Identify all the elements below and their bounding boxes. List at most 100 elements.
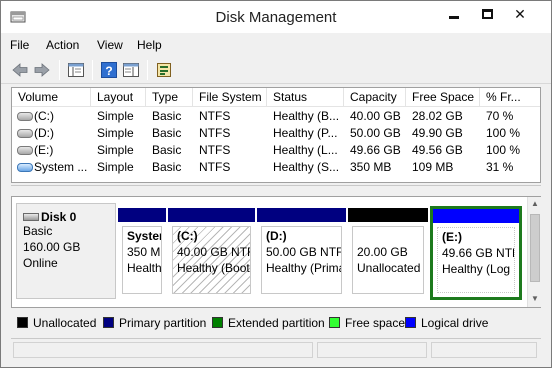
partition-color-bar [348, 208, 428, 222]
volume-status: Healthy (L... [273, 143, 338, 157]
scroll-up-icon[interactable]: ▲ [528, 197, 542, 211]
partition-size: 350 M [127, 245, 161, 259]
volume-percent-free: 70 % [486, 109, 514, 123]
partition-color-bar [118, 208, 166, 222]
minimize-button[interactable] [439, 3, 469, 25]
partition-body: Syster 350 M Health [122, 226, 162, 294]
partition-name: (C:) [177, 229, 198, 243]
title-bar[interactable]: Disk Management ✕ [1, 1, 551, 33]
partition-status: Unallocated [357, 261, 421, 275]
partition-e[interactable]: (E:) 49.66 GB NTF Healthy (Log [430, 206, 522, 300]
volume-free-space: 109 MB [412, 160, 454, 174]
disk-state: Online [23, 256, 58, 270]
volume-list[interactable]: Volume Layout Type File System Status Ca… [11, 87, 541, 183]
column-header-capacity[interactable]: Capacity [344, 88, 406, 107]
volume-status: Healthy (S... [273, 160, 340, 174]
partition-status: Healthy (Boot [177, 261, 250, 275]
partition-c[interactable]: (C:) 40.00 GB NTFS Healthy (Boot [168, 208, 255, 298]
menu-bar: File Action View Help [1, 34, 551, 56]
partition-size: 20.00 GB [357, 245, 408, 259]
partition-status: Health [127, 261, 162, 275]
volume-layout: Simple [97, 160, 134, 174]
properties-icon[interactable] [155, 61, 173, 79]
status-bar [11, 338, 541, 360]
menu-file[interactable]: File [10, 38, 29, 52]
column-header-volume[interactable]: Volume [12, 88, 91, 107]
maximize-button[interactable] [472, 3, 502, 25]
column-header-percent-free[interactable]: % Fr... [480, 88, 540, 107]
column-header-status[interactable]: Status [267, 88, 344, 107]
partition-size: 50.00 GB NTFS [266, 245, 341, 259]
volume-row[interactable]: System ... Simple Basic NTFS Healthy (S.… [12, 159, 540, 176]
volume-row[interactable]: (D:) Simple Basic NTFS Healthy (P... 50.… [12, 125, 540, 142]
column-header-type[interactable]: Type [146, 88, 193, 107]
disk-view-scrollbar[interactable]: ▲ ▼ [527, 197, 541, 307]
scroll-down-icon[interactable]: ▼ [528, 292, 542, 306]
volume-row[interactable]: (E:) Simple Basic NTFS Healthy (L... 49.… [12, 142, 540, 159]
back-icon[interactable] [11, 61, 29, 79]
forward-icon[interactable] [33, 61, 51, 79]
partition-size: 49.66 GB NTF [442, 246, 515, 260]
action-pane-icon[interactable] [122, 61, 140, 79]
legend-swatch [103, 317, 114, 328]
partition-name: (D:) [266, 229, 287, 243]
volume-file-system: NTFS [199, 109, 231, 123]
column-header-layout[interactable]: Layout [91, 88, 146, 107]
partition-size: 40.00 GB NTFS [177, 245, 250, 259]
volume-free-space: 28.02 GB [412, 109, 463, 123]
column-header-free-space[interactable]: Free Space [406, 88, 480, 107]
scrollbar-thumb[interactable] [530, 214, 540, 282]
menu-help[interactable]: Help [137, 38, 162, 52]
partition-status: Healthy (Prima [266, 261, 342, 275]
toolbar-separator [92, 60, 93, 80]
partition-system-reserved[interactable]: Syster 350 M Health [118, 208, 166, 298]
legend-label: Primary partition [119, 316, 207, 330]
partition-body: 20.00 GB Unallocated [352, 226, 424, 294]
column-header-file-system[interactable]: File System [193, 88, 267, 107]
legend-label: Unallocated [33, 316, 97, 330]
legend-swatch [329, 317, 340, 328]
partition-color-bar [257, 208, 346, 222]
menu-view[interactable]: View [97, 38, 123, 52]
volume-free-space: 49.90 GB [412, 126, 463, 140]
volume-free-space: 49.56 GB [412, 143, 463, 157]
partition-unallocated[interactable]: 20.00 GB Unallocated [348, 208, 428, 298]
status-cell [317, 342, 427, 358]
disk-0-label[interactable]: Disk 0 Basic 160.00 GB Online [16, 203, 116, 299]
legend-swatch [17, 317, 28, 328]
disk-size: 160.00 GB [23, 240, 81, 254]
partition-name: (E:) [442, 230, 462, 244]
volume-name: (C:) [34, 109, 54, 123]
pane-splitter[interactable] [11, 185, 541, 193]
partition-name: Syster [127, 229, 162, 243]
help-icon[interactable]: ? [100, 61, 118, 79]
volume-status: Healthy (P... [273, 126, 338, 140]
close-button[interactable]: ✕ [505, 3, 535, 25]
volume-percent-free: 100 % [486, 126, 521, 140]
volume-capacity: 40.00 GB [350, 109, 401, 123]
toolbar-separator [147, 60, 148, 80]
maximize-icon [481, 8, 493, 19]
volume-layout: Simple [97, 143, 134, 157]
partition-body: (D:) 50.00 GB NTFS Healthy (Prima [261, 226, 342, 294]
console-tree-icon[interactable] [67, 61, 85, 79]
disk-icon [23, 213, 39, 221]
volume-list-header: Volume Layout Type File System Status Ca… [12, 88, 540, 107]
volume-layout: Simple [97, 126, 134, 140]
volume-name: System ... [34, 160, 88, 174]
volume-capacity: 350 MB [350, 160, 392, 174]
volume-type: Basic [152, 143, 182, 157]
volume-status: Healthy (B... [273, 109, 340, 123]
volume-capacity: 49.66 GB [350, 143, 401, 157]
partition-status: Healthy (Log [442, 262, 511, 276]
volume-file-system: NTFS [199, 126, 231, 140]
legend: Unallocated Primary partition Extended p… [11, 312, 541, 334]
menu-action[interactable]: Action [46, 38, 79, 52]
status-cell [431, 342, 537, 358]
svg-text:?: ? [105, 64, 112, 78]
partition-d[interactable]: (D:) 50.00 GB NTFS Healthy (Prima [257, 208, 346, 298]
volume-row[interactable]: (C:) Simple Basic NTFS Healthy (B... 40.… [12, 108, 540, 125]
partition-color-bar [168, 208, 255, 222]
volume-layout: Simple [97, 109, 134, 123]
disk-graphical-view[interactable]: Disk 0 Basic 160.00 GB Online Syster 350… [11, 196, 541, 308]
